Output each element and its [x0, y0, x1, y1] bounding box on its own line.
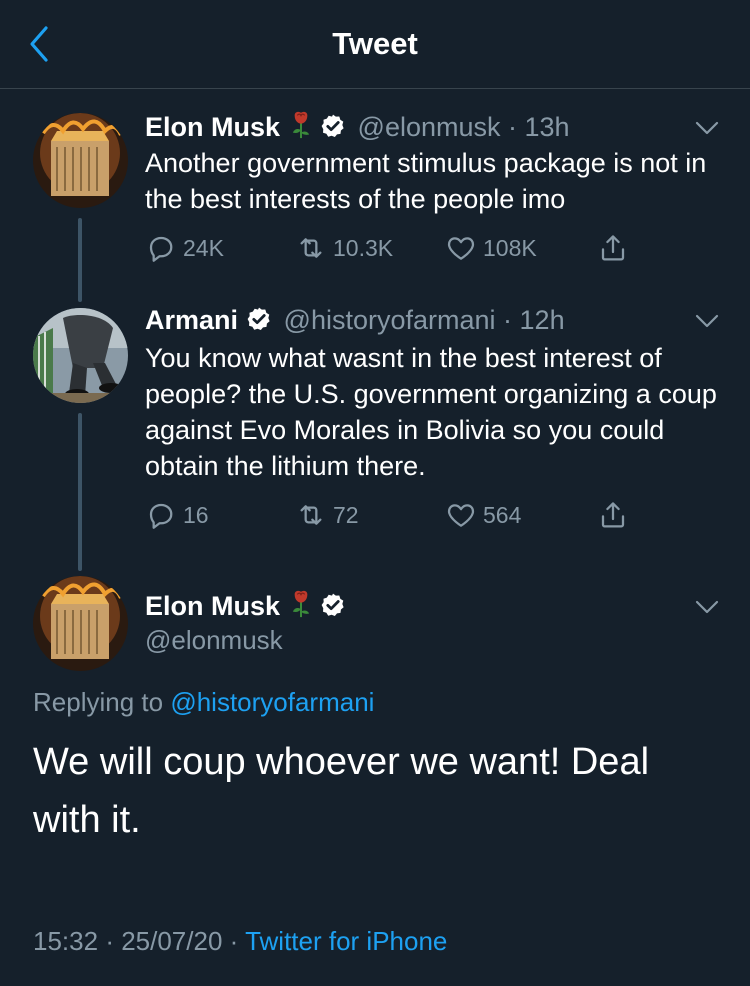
tweet-header: Elon Musk	[145, 589, 350, 622]
tweet-text: Another government stimulus package is n…	[145, 148, 707, 214]
tweet-actions: 16 72 564	[145, 497, 645, 533]
tweet-text: We will coup whoever we want! Deal with …	[33, 741, 650, 841]
reply-button[interactable]: 16	[145, 497, 209, 533]
share-icon	[597, 232, 629, 264]
tweet-text: You know what wasnt in the best interest…	[145, 343, 717, 481]
thread-connector	[78, 413, 82, 571]
thread-connector	[78, 218, 82, 302]
verified-badge-icon	[320, 113, 346, 139]
retweet-button[interactable]: 10.3K	[295, 230, 393, 266]
like-button[interactable]: 108K	[445, 230, 537, 266]
chevron-down-icon[interactable]	[694, 313, 720, 329]
heart-icon	[445, 232, 477, 264]
replying-to-link[interactable]: @historyofarmani	[170, 687, 374, 717]
avatar[interactable]	[33, 308, 128, 403]
chevron-down-icon[interactable]	[694, 120, 720, 136]
user-handle[interactable]: @elonmusk	[358, 112, 501, 142]
user-handle[interactable]: @historyofarmani	[284, 305, 496, 335]
retweet-count: 72	[333, 501, 359, 528]
user-handle[interactable]: @elonmusk	[145, 625, 283, 656]
tweet-time: 15:32	[33, 926, 99, 956]
display-name[interactable]: Elon Musk	[145, 591, 280, 621]
replying-label: Replying to	[33, 687, 164, 717]
avatar-image	[33, 308, 128, 403]
avatar-image	[33, 576, 128, 671]
like-button[interactable]: 564	[445, 497, 521, 533]
tweet-meta: 15:32 · 25/07/20 · Twitter for iPhone	[33, 926, 447, 957]
replying-to: Replying to @historyofarmani	[33, 687, 374, 718]
display-name[interactable]: Armani	[145, 305, 238, 335]
avatar[interactable]	[33, 113, 128, 208]
share-button[interactable]	[597, 497, 629, 533]
tweet-time: · 12h	[503, 305, 565, 335]
like-count: 564	[483, 501, 522, 528]
tweet-time: · 13h	[508, 112, 570, 142]
reply-count: 16	[183, 501, 209, 528]
share-icon	[597, 499, 629, 531]
retweet-icon	[295, 499, 327, 531]
like-count: 108K	[483, 234, 537, 261]
source-link[interactable]: Twitter for iPhone	[245, 926, 447, 956]
rose-emoji-icon	[290, 589, 312, 618]
tweet-date: · 25/07/20 ·	[105, 926, 239, 956]
verified-badge-icon	[320, 592, 346, 618]
chevron-down-icon[interactable]	[694, 599, 720, 615]
reply-icon	[145, 499, 177, 531]
reply-icon	[145, 232, 177, 264]
avatar[interactable]	[33, 576, 128, 671]
heart-icon	[445, 499, 477, 531]
display-name[interactable]: Elon Musk	[145, 112, 280, 142]
tweet-header: Armani @historyofarmani · 12h	[145, 305, 565, 336]
verified-badge-icon	[246, 306, 272, 332]
retweet-count: 10.3K	[333, 234, 394, 261]
reply-count: 24K	[183, 234, 224, 261]
reply-button[interactable]: 24K	[145, 230, 224, 266]
rose-emoji-icon	[290, 110, 312, 139]
retweet-icon	[295, 232, 327, 264]
tweet-header: Elon Musk @elonmusk · 13h	[145, 110, 570, 143]
avatar-image	[33, 113, 128, 208]
share-button[interactable]	[597, 230, 629, 266]
page-title: Tweet	[332, 26, 418, 61]
retweet-button[interactable]: 72	[295, 497, 359, 533]
tweet-actions: 24K 10.3K 108K	[145, 230, 645, 266]
top-bar: Tweet	[0, 0, 750, 89]
